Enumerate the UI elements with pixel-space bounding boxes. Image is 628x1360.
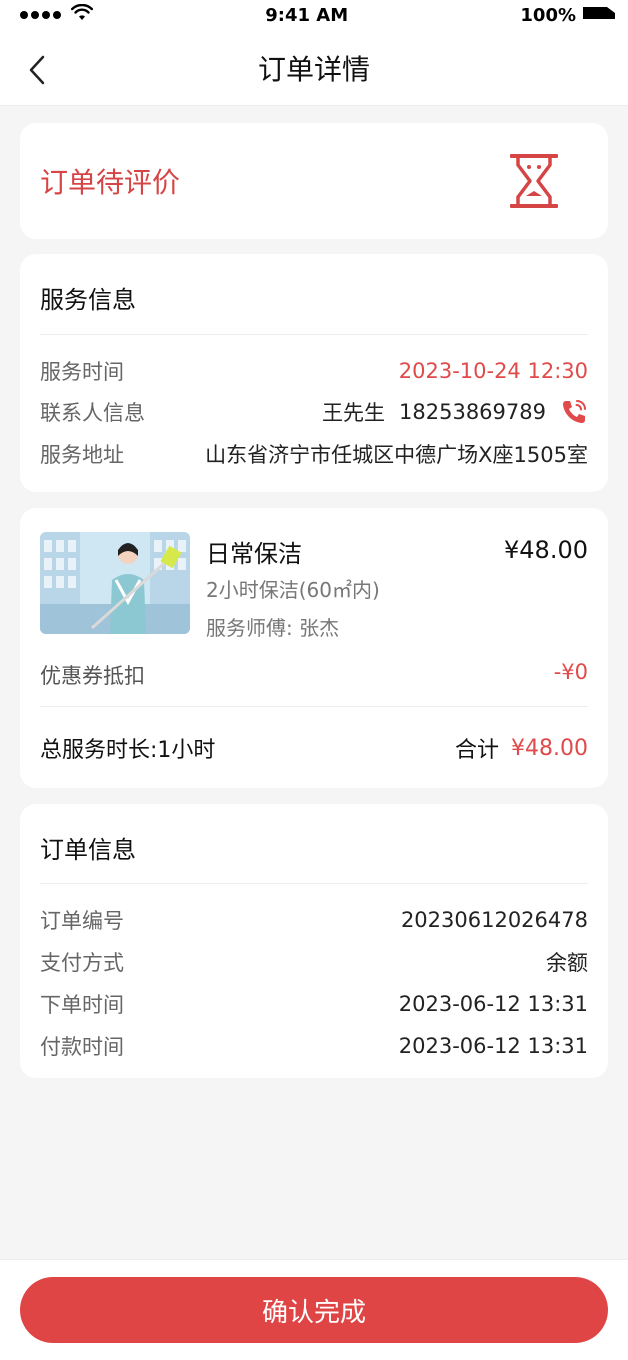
battery-percent: 100%: [520, 4, 576, 26]
product-name: 日常保洁: [206, 540, 302, 568]
status-left: [20, 3, 93, 27]
divider: [40, 334, 588, 335]
contact-name: 王先生: [322, 401, 386, 425]
order-number-label: 订单编号: [40, 909, 124, 933]
section-title-order: 订单信息: [40, 836, 136, 864]
service-time-value: 2023-10-24 12:30: [398, 359, 588, 383]
order-status-card: 订单待评价: [20, 123, 608, 239]
nav-bar: 订单详情: [0, 30, 628, 106]
product-image: [40, 532, 190, 634]
bottom-action-bar: 确认完成: [0, 1259, 628, 1360]
coupon-label: 优惠券抵扣: [40, 664, 145, 688]
back-button[interactable]: [22, 52, 52, 88]
product-price: ¥48.00: [504, 536, 588, 564]
payment-time-label: 付款时间: [40, 1035, 124, 1059]
confirm-complete-button[interactable]: 确认完成: [20, 1277, 608, 1343]
total-amount: ¥48.00: [511, 735, 588, 761]
service-master: 服务师傅: 张杰: [206, 616, 340, 640]
service-time-row: 服务时间 2023-10-24 12:30: [40, 356, 588, 386]
battery-icon: [582, 4, 616, 27]
contact-value: 王先生 18253869789: [322, 397, 588, 427]
order-time-value: 2023-06-12 13:31: [398, 992, 588, 1016]
total-label: 合计: [455, 738, 500, 763]
payment-method-label: 支付方式: [40, 951, 124, 975]
phone-call-icon[interactable]: [560, 398, 588, 426]
address-value: 山东省济宁市任城区中德广场X座1505室: [205, 443, 588, 467]
divider: [40, 883, 588, 884]
order-number-row: 订单编号 20230612026478: [40, 905, 588, 935]
status-right: 100%: [520, 4, 616, 27]
total-row: 总服务时长:1小时 合计 ¥48.00: [40, 732, 588, 764]
order-time-row: 下单时间 2023-06-12 13:31: [40, 989, 588, 1019]
signal-icon: [20, 11, 61, 19]
coupon-value: -¥0: [553, 660, 588, 684]
service-time-label: 服务时间: [40, 360, 124, 384]
contact-phone: 18253869789: [399, 400, 546, 424]
total-sum: 合计 ¥48.00: [455, 732, 588, 764]
hourglass-icon: [510, 154, 558, 208]
product-spec: 2小时保洁(60㎡内): [206, 578, 380, 602]
address-label: 服务地址: [40, 443, 124, 467]
payment-time-row: 付款时间 2023-06-12 13:31: [40, 1031, 588, 1061]
contact-row: 联系人信息 王先生 18253869789: [40, 397, 588, 427]
order-status-text: 订单待评价: [40, 166, 181, 199]
order-time-label: 下单时间: [40, 993, 124, 1017]
total-duration: 总服务时长:1小时: [40, 738, 216, 763]
payment-method-value: 余额: [546, 951, 588, 975]
payment-method-row: 支付方式 余额: [40, 947, 588, 977]
status-time: 9:41 AM: [265, 4, 349, 26]
status-bar: 9:41 AM 100%: [0, 0, 628, 30]
order-number-value: 20230612026478: [400, 908, 588, 932]
product-card: 日常保洁 ¥48.00 2小时保洁(60㎡内) 服务师傅: 张杰 优惠券抵扣 -…: [20, 508, 608, 788]
service-info-card: 服务信息 服务时间 2023-10-24 12:30 联系人信息 王先生 182…: [20, 254, 608, 492]
page-title: 订单详情: [257, 52, 370, 86]
coupon-row: 优惠券抵扣 -¥0: [40, 660, 588, 690]
divider: [40, 706, 588, 707]
order-info-card: 订单信息 订单编号 20230612026478 支付方式 余额 下单时间 20…: [20, 804, 608, 1078]
wifi-icon: [71, 3, 93, 27]
address-row: 服务地址 山东省济宁市任城区中德广场X座1505室: [40, 439, 588, 469]
chevron-left-icon: [29, 55, 45, 85]
section-title-service: 服务信息: [40, 286, 136, 314]
payment-time-value: 2023-06-12 13:31: [398, 1034, 588, 1058]
contact-label: 联系人信息: [40, 401, 145, 425]
